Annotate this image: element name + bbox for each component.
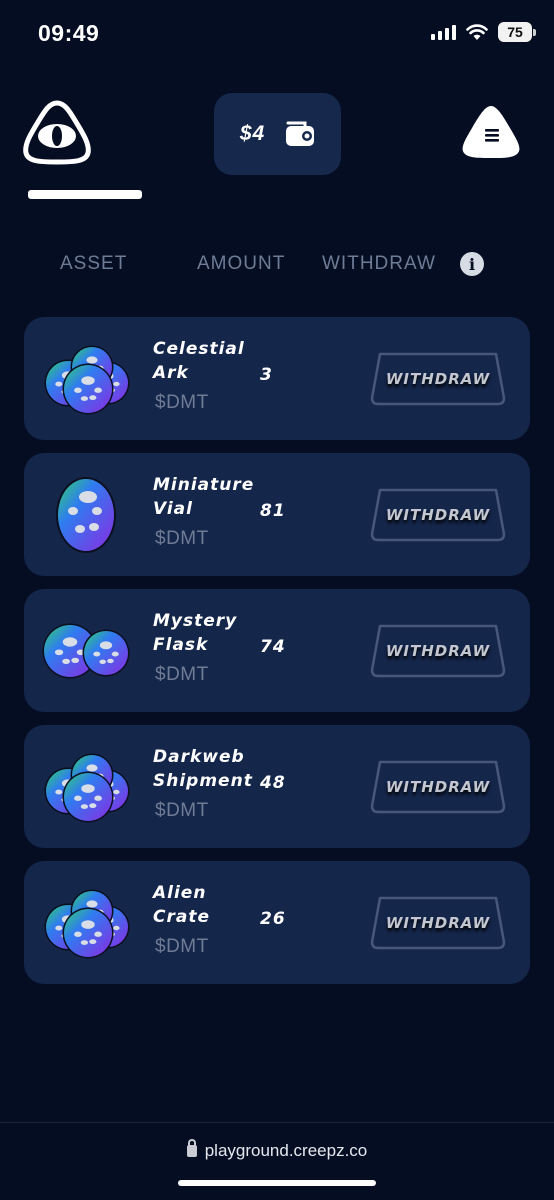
asset-name: Celestial Ark	[153, 337, 273, 385]
hamburger-menu-icon	[462, 106, 520, 158]
wallet-icon	[286, 121, 315, 146]
asset-name: Mystery Flask	[153, 609, 273, 657]
balance-amount: $4	[239, 122, 266, 145]
asset-icon	[40, 883, 132, 963]
asset-name-line2: Flask	[153, 635, 209, 655]
browser-url-bar[interactable]: playground.creepz.co	[0, 1122, 554, 1200]
creepz-logo[interactable]	[20, 98, 94, 168]
withdraw-button[interactable]: WITHDRAW	[370, 760, 506, 814]
active-tab-indicator	[28, 190, 142, 199]
asset-name-line2: Vial	[153, 499, 193, 519]
asset-name-line1: Celestial	[153, 339, 245, 359]
withdraw-label: WITHDRAW	[385, 642, 491, 660]
battery-indicator: 75	[498, 22, 536, 42]
status-time: 09:49	[38, 20, 100, 46]
column-header-withdraw: WITHDRAW	[322, 253, 436, 274]
asset-name-line1: Miniature	[153, 475, 255, 495]
double-orb-icon	[42, 623, 130, 679]
orb-cluster-icon	[44, 889, 130, 959]
wifi-icon	[466, 23, 488, 40]
lock-icon	[186, 1139, 197, 1157]
withdraw-button[interactable]: WITHDRAW	[370, 624, 506, 678]
status-bar: 09:49 75	[0, 0, 554, 68]
withdraw-button[interactable]: WITHDRAW	[370, 896, 506, 950]
asset-amount: 74	[260, 637, 286, 657]
url-text: playground.creepz.co	[204, 1141, 368, 1160]
withdraw-button[interactable]: WITHDRAW	[370, 488, 506, 542]
status-icons: 75	[431, 22, 536, 42]
asset-name: Darkweb Shipment	[153, 745, 273, 793]
asset-amount: 48	[260, 773, 286, 793]
menu-button[interactable]	[458, 100, 524, 162]
asset-name-line1: Alien	[153, 883, 207, 903]
asset-ticker: $DMT	[155, 392, 209, 413]
asset-ticker: $DMT	[155, 800, 209, 821]
asset-name-line2: Shipment	[153, 771, 253, 791]
withdraw-label: WITHDRAW	[385, 370, 491, 388]
asset-ticker: $DMT	[155, 664, 209, 685]
column-header-amount: AMOUNT	[197, 253, 286, 274]
withdraw-label: WITHDRAW	[385, 506, 491, 524]
withdraw-button[interactable]: WITHDRAW	[370, 352, 506, 406]
home-indicator[interactable]	[178, 1180, 376, 1186]
asset-name-line1: Mystery	[153, 611, 238, 631]
asset-name-line1: Darkweb	[153, 747, 245, 767]
withdraw-label: WITHDRAW	[385, 914, 491, 932]
withdraw-label: WITHDRAW	[385, 778, 491, 796]
asset-ticker: $DMT	[155, 936, 209, 957]
asset-row: Miniature Vial $DMT 81 WITHDRAW	[24, 453, 530, 576]
cellular-signal-icon	[431, 24, 456, 40]
asset-name: Alien Crate	[153, 881, 273, 929]
asset-row: Mystery Flask $DMT 74 WITHDRAW	[24, 589, 530, 712]
asset-row: Alien Crate $DMT 26 WITHDRAW	[24, 861, 530, 984]
asset-icon	[40, 747, 132, 827]
asset-amount: 81	[260, 501, 286, 521]
info-icon[interactable]: i	[460, 252, 484, 276]
wallet-balance-button[interactable]: $4	[214, 93, 341, 175]
eye-triangle-logo-icon	[23, 100, 91, 165]
asset-amount: 3	[260, 365, 273, 385]
asset-name-line2: Ark	[153, 363, 189, 383]
asset-amount: 26	[260, 909, 286, 929]
asset-name-line2: Crate	[153, 907, 210, 927]
asset-row: Darkweb Shipment $DMT 48 WITHDRAW	[24, 725, 530, 848]
asset-icon	[40, 339, 132, 419]
asset-icon	[40, 475, 132, 555]
asset-ticker: $DMT	[155, 528, 209, 549]
single-orb-icon	[56, 477, 116, 553]
orb-cluster-icon	[44, 753, 130, 823]
app-screen: 09:49 75 $4 ASSET AMOUNT WITHDRAW i Cele…	[0, 0, 554, 1200]
orb-cluster-icon	[44, 345, 130, 415]
asset-row: Celestial Ark $DMT 3 WITHDRAW	[24, 317, 530, 440]
asset-icon	[40, 611, 132, 691]
url-display: playground.creepz.co	[0, 1139, 554, 1161]
asset-name: Miniature Vial	[153, 473, 273, 521]
column-header-asset: ASSET	[60, 253, 128, 274]
